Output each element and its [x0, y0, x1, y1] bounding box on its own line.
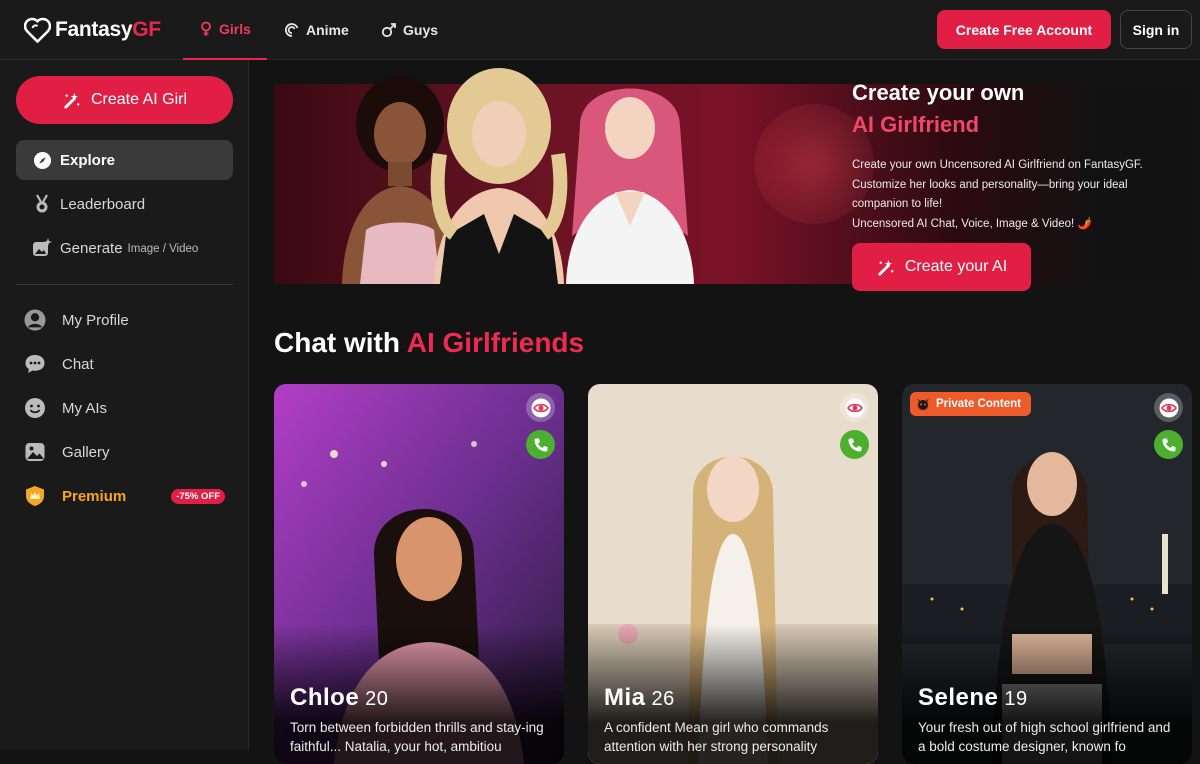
compass-icon [32, 150, 52, 170]
character-name: Mia 26 [604, 684, 675, 711]
sidebar-item-gallery[interactable]: Gallery [16, 432, 233, 472]
logo[interactable]: FantasyGF [24, 16, 161, 44]
create-account-button[interactable]: Create Free Account [937, 10, 1111, 49]
eye-icon[interactable] [1154, 393, 1183, 422]
character-name: Chloe 20 [290, 684, 389, 711]
sidebar-item-label: My AIs [62, 399, 108, 417]
character-card-chloe[interactable]: Chloe 20 Torn between forbidden thrills a… [274, 384, 564, 764]
sidebar-item-label: Explore [60, 151, 116, 169]
top-bar: FantasyGF Girls Anime Guys Create Free A… [0, 0, 1200, 60]
phone-call-icon[interactable] [840, 430, 869, 459]
phone-call-icon[interactable] [526, 430, 555, 459]
section-title: Chat with AI Girlfriends [274, 327, 585, 358]
heart-logo-icon [24, 17, 51, 43]
discount-badge: -75% OFF [171, 488, 225, 504]
sidebar-item-my-profile[interactable]: My Profile [16, 300, 233, 340]
sidebar-item-generate[interactable]: Generate Image / Video [16, 228, 233, 268]
hero-title-accent: AI Girlfriend [852, 112, 980, 137]
phone-call-icon[interactable] [1154, 430, 1183, 459]
hero-description: Create your own Uncensored AI Girlfriend… [852, 159, 1143, 230]
crown-shield-icon [24, 485, 46, 507]
sidebar-item-label: Leaderboard [60, 195, 146, 213]
sidebar-item-premium[interactable]: Premium -75% OFF [16, 476, 233, 516]
medal-icon [32, 194, 52, 214]
chat-icon [24, 353, 46, 375]
sidebar: Create AI Girl Explore Leaderboard Gener… [0, 60, 249, 750]
tab-guys[interactable]: Guys [365, 0, 454, 60]
character-description: Torn between forbidden thrills and stay-… [290, 720, 544, 754]
sidebar-item-sublabel: Image / Video [127, 243, 199, 255]
profile-icon [24, 309, 46, 331]
magic-wand-icon [64, 92, 80, 109]
tab-anime[interactable]: Anime [268, 0, 365, 60]
character-description: A confident Mean girl who commands atten… [604, 720, 829, 754]
female-icon [201, 21, 211, 36]
magic-wand-icon [878, 259, 894, 276]
image-sparkle-icon [32, 238, 52, 258]
tab-girls[interactable]: Girls [183, 0, 267, 60]
character-name: Selene 19 [918, 684, 1028, 711]
private-content-badge: Private Content [910, 392, 1031, 416]
sidebar-item-explore[interactable]: Explore [16, 140, 233, 180]
hero-model-image-2 [430, 68, 568, 284]
sidebar-item-label: Gallery [62, 443, 110, 461]
smile-icon [24, 397, 46, 419]
devil-icon [917, 398, 929, 411]
character-card-mia[interactable]: Mia 26 A confident Mean girl who commands… [588, 384, 878, 764]
sidebar-item-label: My Profile [62, 311, 129, 329]
sidebar-item-chat[interactable]: Chat [16, 344, 233, 384]
sidebar-item-my-ais[interactable]: My AIs [16, 388, 233, 428]
sign-in-button[interactable]: Sign in [1120, 10, 1192, 49]
character-description: Your fresh out of high school girlfriend… [918, 720, 1171, 754]
eye-icon[interactable] [840, 393, 869, 422]
sidebar-item-leaderboard[interactable]: Leaderboard [16, 184, 233, 224]
swirl-icon [284, 23, 299, 37]
sidebar-item-label: Generate [60, 239, 123, 257]
sidebar-divider [16, 284, 233, 285]
create-ai-girl-button[interactable]: Create AI Girl [16, 76, 233, 124]
logo-text: FantasyGF [55, 18, 161, 41]
hero-model-image-3 [566, 88, 694, 284]
gallery-icon [24, 441, 46, 463]
sidebar-item-label: Premium [62, 487, 127, 505]
create-your-ai-button[interactable]: Create your AI [852, 243, 1031, 291]
hero-title: Create your own [852, 80, 1025, 105]
sidebar-item-label: Chat [62, 355, 94, 373]
eye-icon[interactable] [526, 393, 555, 422]
character-card-selene[interactable]: Private Content Selene 19 Your fresh out … [902, 384, 1192, 764]
male-icon [381, 23, 396, 38]
